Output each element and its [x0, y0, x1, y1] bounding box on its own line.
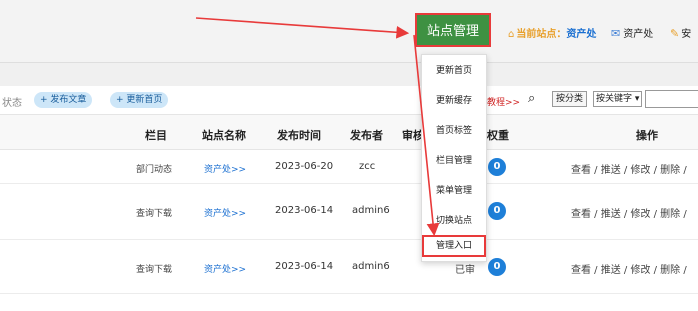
row-actions[interactable]: 查看 / 推送 / 修改 / 删除 /	[571, 161, 687, 176]
mail-icon: ✉	[611, 27, 621, 40]
menu-item-menu-manage[interactable]: 菜单管理	[422, 183, 486, 196]
row-actions[interactable]: 查看 / 推送 / 修改 / 删除 /	[571, 205, 687, 220]
table-row: 部门动态 资产处>> 2023-06-20 zcc 0 查看 / 推送 / 修改…	[0, 150, 698, 184]
safe-link[interactable]: ✎ 安	[670, 25, 691, 40]
menu-item-switch-site[interactable]: 切换站点	[422, 213, 486, 226]
cell-time: 2023-06-14	[275, 205, 334, 216]
cell-column: 查询下载	[136, 209, 173, 219]
menu-item-update-cache[interactable]: 更新缓存	[422, 93, 486, 106]
cell-publisher: zcc	[359, 161, 376, 172]
cell-review-status: 已审	[455, 265, 475, 276]
home-icon: ⌂	[508, 29, 515, 40]
cell-site[interactable]: 资产处>>	[204, 262, 246, 275]
weight-badge: 0	[488, 258, 506, 276]
cell-column: 查询下载	[136, 265, 173, 275]
update-home-button[interactable]: + 更新首页	[110, 92, 169, 108]
header-column: 栏目	[145, 129, 167, 142]
mail-label: 资产处	[623, 29, 654, 40]
header-ops: 操作	[636, 129, 658, 142]
mail-link[interactable]: ✉ 资产处	[611, 25, 653, 40]
publish-article-button[interactable]: + 发布文章	[34, 92, 93, 108]
weight-badge: 0	[488, 202, 506, 220]
table-row: 查询下载 资产处>> 2023-06-14 admin6 已审 0 查看 / 推…	[0, 240, 698, 294]
current-site-value[interactable]: 资产处	[566, 29, 596, 40]
current-site-label: 当前站点：	[516, 29, 567, 40]
site-management-menu: 更新首页 更新缓存 首页标签 栏目管理 菜单管理 切换站点 管理入口	[421, 54, 487, 262]
site-management-button[interactable]: 站点管理	[415, 13, 491, 47]
current-site-indicator: ⌂ 当前站点：资产处	[508, 25, 596, 40]
cell-column: 部门动态	[136, 165, 173, 175]
category-filter-button[interactable]: 按分类	[552, 91, 588, 107]
status-label: 状态	[2, 98, 22, 109]
top-header-bar: 站点管理 ⌂ 当前站点：资产处 ✉ 资产处 ✎ 安	[0, 0, 698, 63]
row-actions[interactable]: 查看 / 推送 / 修改 / 删除 /	[571, 261, 687, 276]
header-gap	[0, 63, 698, 86]
menu-item-home-tags[interactable]: 首页标签	[422, 123, 486, 136]
cell-publisher: admin6	[352, 261, 390, 272]
table-row: 查询下载 资产处>> 2023-06-14 admin6 0 查看 / 推送 /…	[0, 184, 698, 240]
header-time: 发布时间	[277, 129, 321, 142]
tutorial-link[interactable]: 教程>>	[487, 95, 520, 108]
cell-site[interactable]: 资产处>>	[204, 162, 246, 175]
header-publisher: 发布者	[350, 129, 383, 142]
cell-time: 2023-06-14	[275, 261, 334, 272]
cell-site[interactable]: 资产处>>	[204, 206, 246, 219]
search-icon[interactable]: ⌕	[528, 91, 535, 106]
cell-time: 2023-06-20	[275, 161, 334, 172]
menu-item-manage-entry[interactable]: 管理入口	[422, 235, 486, 257]
keyword-select[interactable]: 按关键字 ▾	[593, 91, 643, 107]
edit-icon: ✎	[670, 27, 680, 40]
cell-publisher: admin6	[352, 205, 390, 216]
menu-item-update-home[interactable]: 更新首页	[422, 63, 486, 76]
safe-label: 安	[681, 29, 692, 40]
menu-item-column-manage[interactable]: 栏目管理	[422, 153, 486, 166]
list-toolbar: 状态 + 发布文章 + 更新首页 教程>> ⌕ 按分类 按关键字 ▾	[0, 86, 698, 114]
header-weight: 权重	[487, 129, 509, 142]
search-input[interactable]	[645, 90, 698, 108]
table-header: 栏目 站点名称 发布时间 发布者 审核 权重 操作	[0, 114, 698, 150]
weight-badge: 0	[488, 158, 506, 176]
header-site: 站点名称	[202, 129, 246, 142]
